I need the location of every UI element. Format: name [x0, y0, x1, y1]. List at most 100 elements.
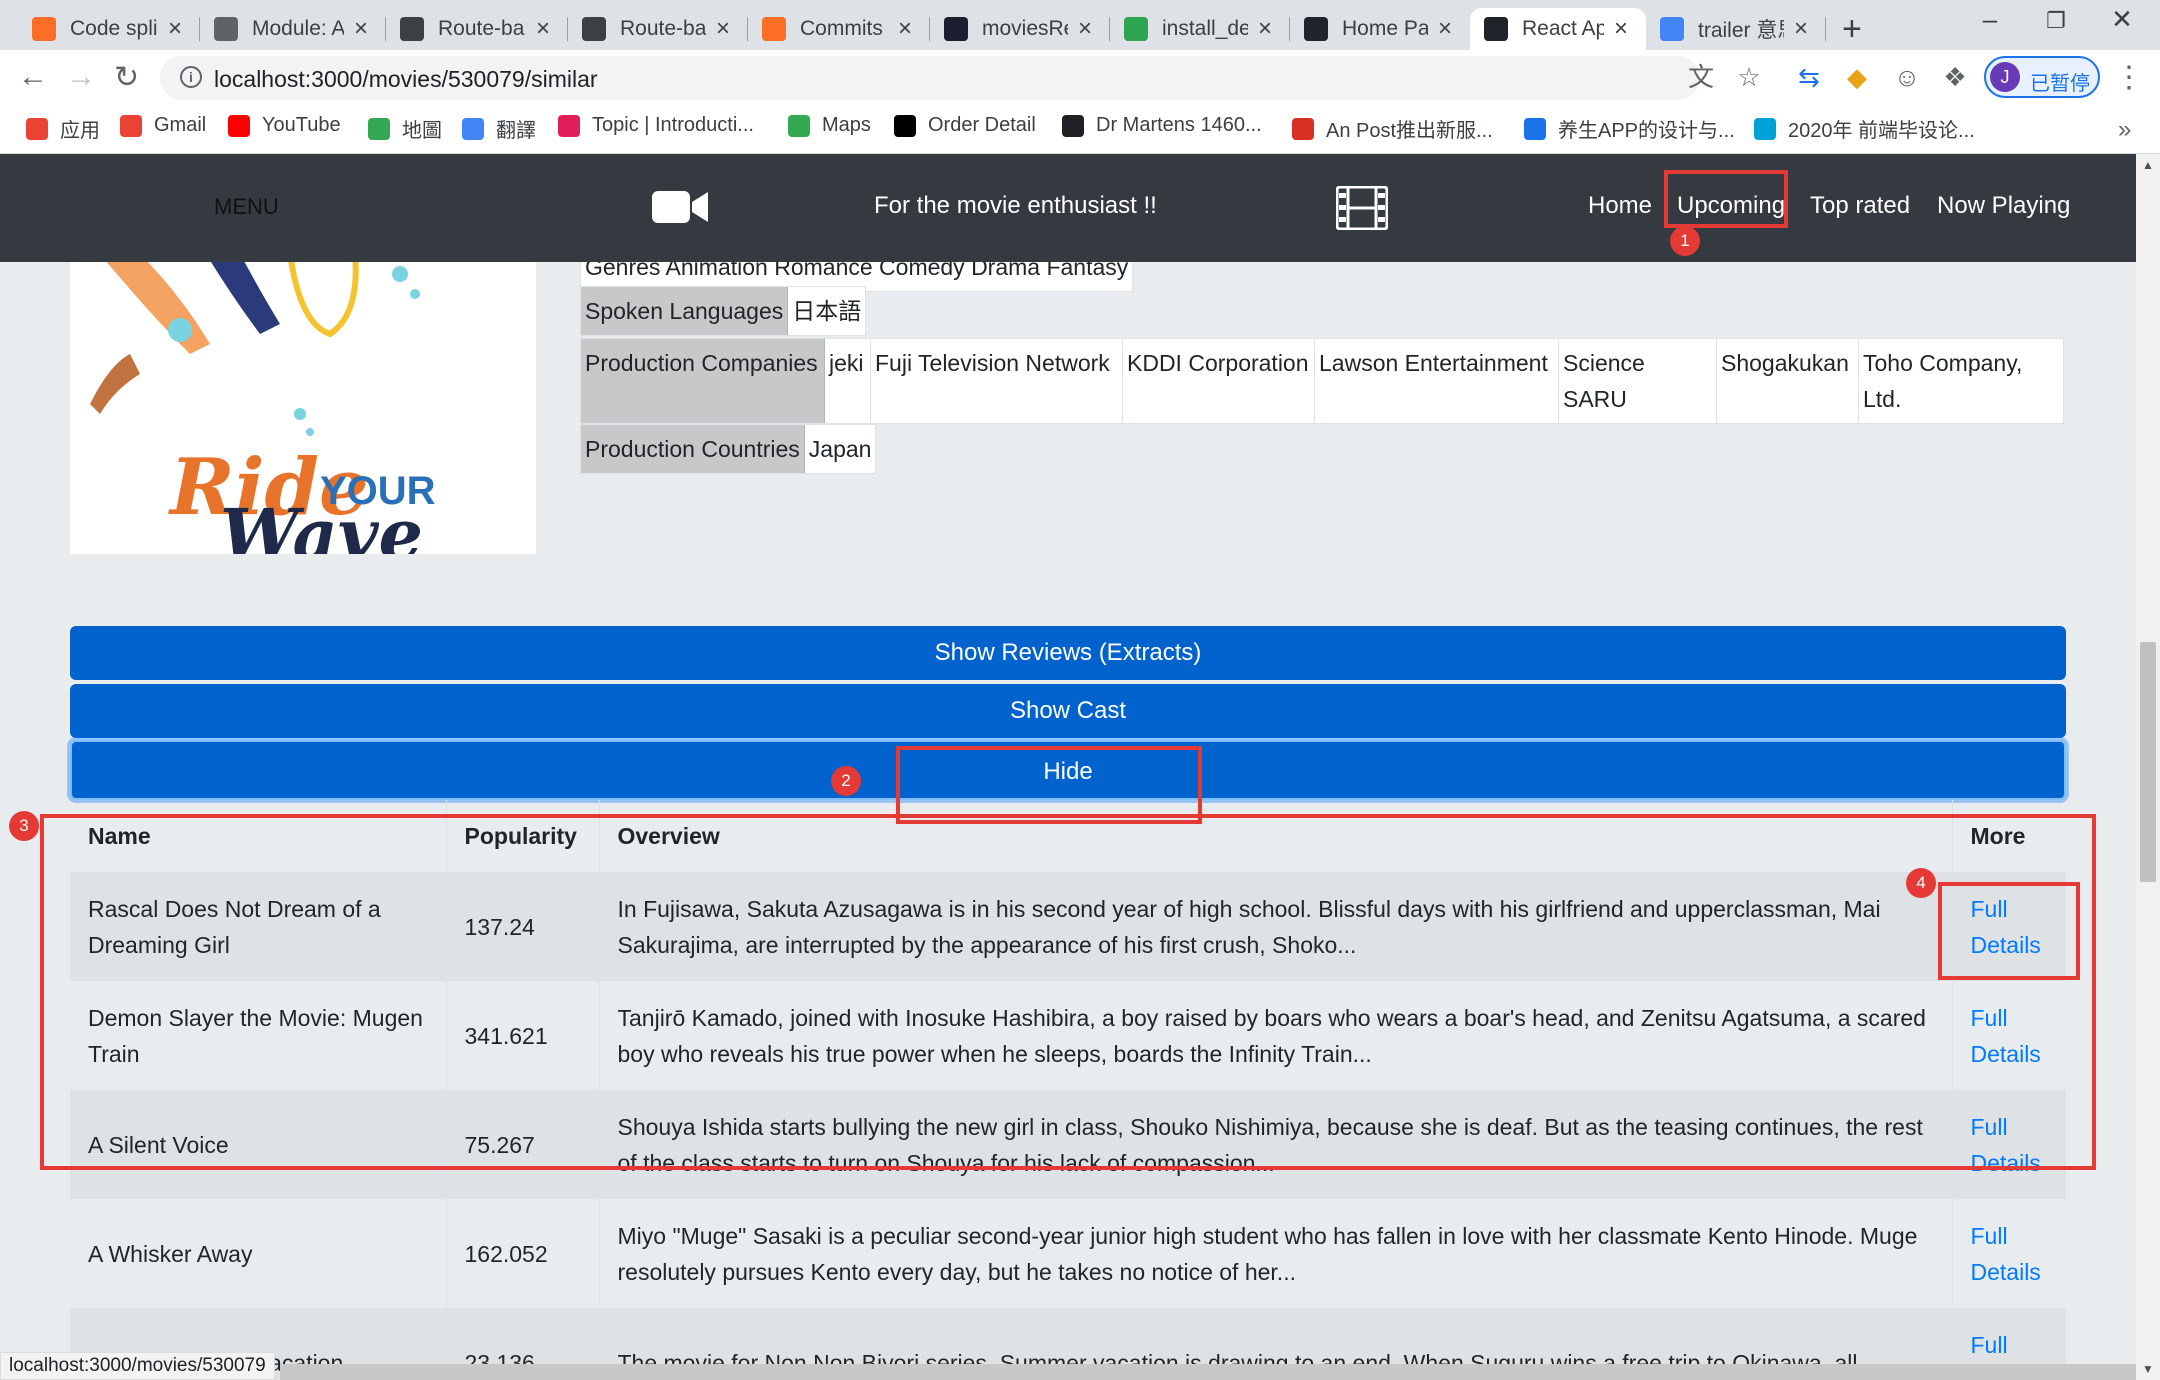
nav-link-now-playing[interactable]: Now Playing	[1937, 192, 2070, 220]
bookmark-item[interactable]: 应用	[26, 114, 100, 143]
horizontal-scrollbar[interactable]	[280, 1364, 2136, 1380]
bookmark-item[interactable]: Dr Martens 1460...	[1062, 114, 1262, 137]
bookmark-item[interactable]: 2020年 前端毕设论...	[1754, 114, 1975, 143]
movie-popularity-cell: 137.24	[445, 872, 599, 981]
annotation-badge-3: 3	[9, 811, 39, 841]
bookmark-item[interactable]: 翻譯	[462, 114, 536, 143]
more-bookmarks-icon[interactable]: »	[2118, 116, 2131, 144]
scroll-up-arrow-icon[interactable]: ▲	[2142, 158, 2154, 172]
movie-name-cell: A Silent Voice	[70, 1090, 446, 1199]
movie-overview-cell: In Fujisawa, Sakuta Azusagawa is in his …	[598, 872, 1952, 981]
minimize-button[interactable]: –	[1960, 4, 2020, 35]
close-tab-icon[interactable]: ×	[712, 15, 734, 43]
menu-toggle[interactable]: MENU	[214, 194, 279, 220]
site-info-icon[interactable]: i	[180, 66, 202, 88]
shield-extension-icon[interactable]: ◆	[1842, 62, 1872, 92]
bookmark-star-icon[interactable]: ☆	[1734, 62, 1764, 92]
bookmark-item[interactable]: 地圖	[368, 114, 442, 143]
browser-tab[interactable]: Commits ×	[748, 8, 930, 50]
vertical-scrollbar[interactable]: ▲ ▼	[2136, 154, 2160, 1380]
heart-icon	[1292, 117, 1314, 140]
full-details-link-label: Details	[1970, 1040, 2041, 1067]
browser-menu-icon[interactable]: ⋮	[2114, 60, 2144, 95]
bookmark-item[interactable]: An Post推出新服...	[1292, 114, 1493, 143]
url-text[interactable]: localhost:3000/movies/530079/similar	[214, 66, 598, 93]
movie-popularity-cell: 75.267	[445, 1090, 599, 1199]
bookmark-label: 应用	[60, 120, 100, 142]
react-icon	[1484, 17, 1508, 41]
nav-link-home[interactable]: Home	[1588, 192, 1652, 220]
browser-tab[interactable]: Route-ba ×	[568, 8, 748, 50]
youtube-icon	[228, 114, 250, 137]
back-icon[interactable]: ←	[18, 60, 48, 94]
movie-popularity-cell: 341.621	[445, 981, 599, 1090]
show-cast-button[interactable]: Show Cast	[70, 684, 2066, 738]
nav-link-upcoming[interactable]: Upcoming	[1677, 192, 1785, 220]
close-tab-icon[interactable]: ×	[894, 15, 916, 43]
new-tab-button[interactable]: +	[1842, 10, 1862, 49]
cypress-icon	[944, 17, 968, 41]
full-details-link[interactable]: Full Details	[1971, 896, 2041, 958]
browser-tab[interactable]: Module: A ×	[200, 8, 386, 50]
forward-icon[interactable]: →	[66, 60, 96, 94]
more-column-header: More	[1951, 800, 2066, 872]
annotation-badge-1: 1	[1670, 226, 1700, 256]
gitlab-icon	[32, 17, 56, 41]
full-details-link[interactable]: Full Details	[1971, 1005, 2041, 1067]
at-icon	[1062, 114, 1084, 137]
movie-name-cell: A Whisker Away	[70, 1199, 446, 1308]
scroll-down-arrow-icon[interactable]: ▼	[2142, 1362, 2154, 1376]
address-bar[interactable]: i localhost:3000/movies/530079/similar	[160, 56, 1700, 100]
bookmark-item[interactable]: Order Detail	[894, 114, 1036, 137]
close-tab-icon[interactable]: ×	[164, 15, 186, 43]
browser-tab[interactable]: trailer 意思 ×	[1646, 8, 1826, 50]
browser-tab[interactable]: install_de ×	[1110, 8, 1290, 50]
full-details-link-label: Details	[1970, 1149, 2041, 1176]
full-details-link[interactable]: Full Details	[1971, 1223, 2041, 1285]
browser-tab[interactable]: Route-ba ×	[386, 8, 568, 50]
browser-tab[interactable]: moviesRe ×	[930, 8, 1110, 50]
bookmark-item[interactable]: YouTube	[228, 114, 341, 137]
production-countries-row: Production Countries Japan	[580, 424, 877, 474]
table-header-row: Name Popularity Overview More	[70, 800, 2066, 872]
close-tab-icon[interactable]: ×	[532, 15, 554, 43]
close-tab-icon[interactable]: ×	[1434, 15, 1456, 43]
browser-tab[interactable]: Home Pac ×	[1290, 8, 1470, 50]
sync-extension-icon[interactable]: ⇆	[1794, 62, 1824, 92]
close-tab-icon[interactable]: ×	[1074, 15, 1096, 43]
close-tab-icon[interactable]: ×	[350, 15, 372, 43]
scrollbar-thumb[interactable]	[2140, 642, 2156, 882]
gitlab-icon	[762, 17, 786, 41]
annotation-badge-2: 2	[831, 766, 861, 796]
bookmark-item[interactable]: Topic | Introducti...	[558, 114, 754, 137]
more-cell: Full Details	[1951, 981, 2066, 1090]
restore-button[interactable]: ❐	[2026, 8, 2086, 34]
production-countries-label: Production Countries	[581, 425, 805, 473]
browser-tab[interactable]: Code split ×	[18, 8, 200, 50]
hide-button[interactable]: Hide	[70, 740, 2066, 800]
tab-title: Commits	[800, 17, 883, 40]
bookmark-item[interactable]: Maps	[788, 114, 871, 137]
close-tab-icon[interactable]: ×	[1254, 15, 1276, 43]
spoken-languages-label: Spoken Languages	[581, 287, 789, 335]
close-window-button[interactable]: ✕	[2092, 4, 2152, 35]
close-tab-icon[interactable]: ×	[1790, 15, 1812, 43]
nav-link-top-rated[interactable]: Top rated	[1810, 192, 1910, 220]
bookmark-item[interactable]: Gmail	[120, 114, 206, 137]
reload-icon[interactable]: ↻	[114, 60, 139, 95]
slack-icon	[558, 114, 580, 137]
plus-circle-icon	[894, 114, 916, 137]
table-row: A Whisker Away 162.052 Miyo "Muge" Sasaki …	[70, 1199, 2066, 1308]
poster-illustration: Ride YOUR Wave	[70, 214, 536, 554]
smiley-extension-icon[interactable]: ☺	[1892, 62, 1922, 92]
translate-icon[interactable]: 文	[1686, 62, 1716, 92]
profile-button[interactable]: J 已暂停	[1984, 56, 2100, 98]
close-tab-icon[interactable]: ×	[1610, 15, 1632, 43]
full-details-link[interactable]: Full Details	[1971, 1114, 2041, 1176]
show-reviews-button[interactable]: Show Reviews (Extracts)	[70, 626, 2066, 680]
production-country-value: Japan	[808, 436, 872, 462]
bookmark-item[interactable]: 养生APP的设计与...	[1524, 114, 1735, 143]
bookmark-label: 翻譯	[496, 120, 536, 142]
browser-tab[interactable]: React App ×	[1470, 8, 1646, 50]
extensions-puzzle-icon[interactable]: ❖	[1940, 62, 1970, 92]
